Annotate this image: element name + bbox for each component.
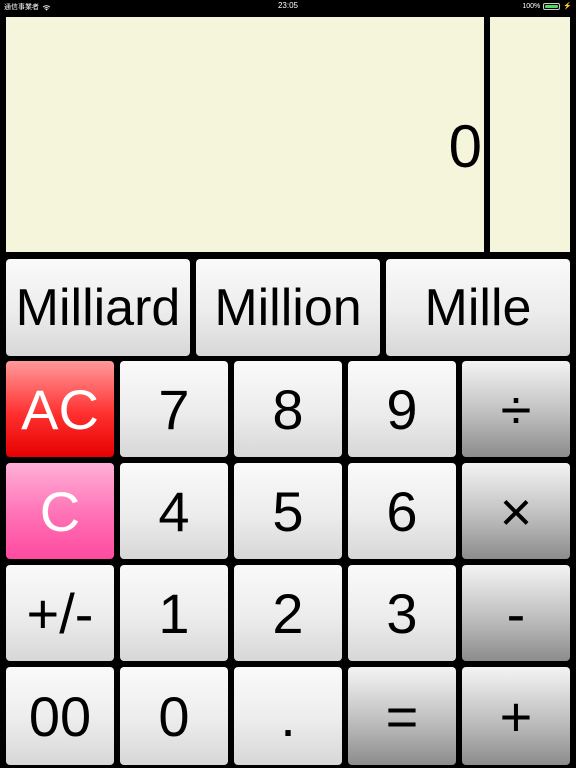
five-button[interactable]: 5 (234, 463, 342, 559)
three-button[interactable]: 3 (348, 565, 456, 661)
nine-button[interactable]: 9 (348, 361, 456, 457)
clear-button[interactable]: C (6, 463, 114, 559)
double-zero-button[interactable]: 00 (6, 667, 114, 765)
multiply-button[interactable]: × (462, 463, 570, 559)
one-button[interactable]: 1 (120, 565, 228, 661)
six-button[interactable]: 6 (348, 463, 456, 559)
mille-button[interactable]: Mille (386, 259, 570, 356)
side-display-panel (490, 17, 570, 252)
battery-percent: 100% (522, 2, 541, 10)
charging-bolt-icon: ⚡ (563, 3, 572, 10)
two-button[interactable]: 2 (234, 565, 342, 661)
battery-fill (545, 4, 559, 8)
display-value: 0 (448, 113, 482, 180)
minus-button[interactable]: - (462, 565, 570, 661)
battery-icon (543, 2, 561, 10)
sign-toggle-button[interactable]: +/- (6, 565, 114, 661)
seven-button[interactable]: 7 (120, 361, 228, 457)
status-time: 23:05 (277, 1, 299, 10)
result-display: 0 (6, 17, 484, 252)
plus-button[interactable]: + (462, 667, 570, 765)
all-clear-button[interactable]: AC (6, 361, 114, 457)
four-button[interactable]: 4 (120, 463, 228, 559)
equals-button[interactable]: = (348, 667, 456, 765)
status-right: 100% ⚡ (522, 2, 572, 10)
zero-button[interactable]: 0 (120, 667, 228, 765)
milliard-button[interactable]: Milliard (6, 259, 190, 356)
divide-button[interactable]: ÷ (462, 361, 570, 457)
status-bar: 通信事業者 23:05 100% ⚡ (0, 0, 576, 14)
million-button[interactable]: Million (196, 259, 380, 356)
eight-button[interactable]: 8 (234, 361, 342, 457)
decimal-button[interactable]: . (234, 667, 342, 765)
